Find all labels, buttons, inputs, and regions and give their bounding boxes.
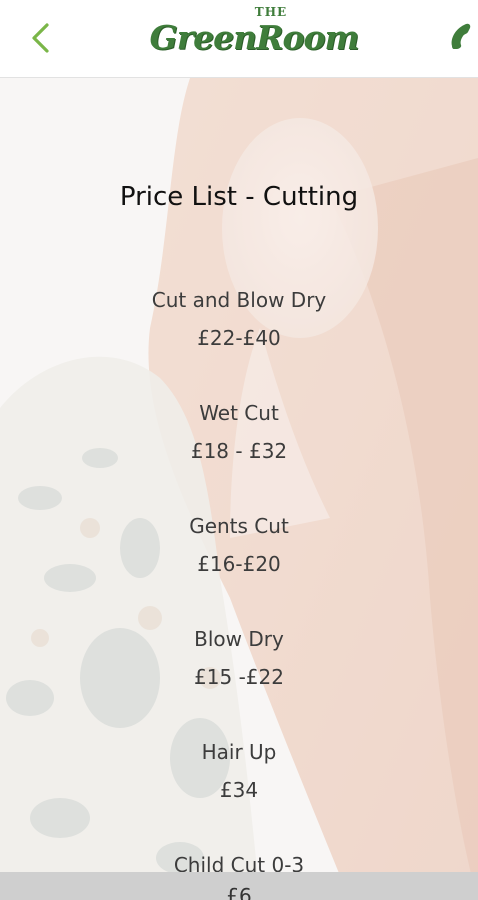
list-item: Gents Cut £16-£20 <box>0 507 478 583</box>
list-item: Blow Dry £15 -£22 <box>0 620 478 696</box>
service-price: £15 -£22 <box>194 665 284 689</box>
list-item: Wet Cut £18 - £32 <box>0 394 478 470</box>
service-name: Wet Cut <box>199 401 279 425</box>
service-name: Cut and Blow Dry <box>151 288 327 312</box>
page-title: Price List - Cutting <box>119 182 359 212</box>
chevron-left-icon <box>29 22 51 58</box>
brand-logo: THE GreenRoom <box>148 6 360 70</box>
list-item: Hair Up £34 <box>0 733 478 809</box>
service-price: £18 - £32 <box>190 439 288 463</box>
phone-icon <box>446 18 478 62</box>
service-price: £16-£20 <box>197 552 281 576</box>
price-list-content: Price List - Cutting Cut and Blow Dry £2… <box>0 78 478 877</box>
app-header: THE GreenRoom <box>0 0 478 78</box>
service-price: £6 <box>226 884 252 900</box>
app-screen: THE GreenRoom Price List - Cutting Cut a… <box>0 0 478 900</box>
call-button[interactable] <box>446 20 478 60</box>
back-button[interactable] <box>22 20 58 60</box>
service-price: £22-£40 <box>197 326 281 350</box>
service-name: Blow Dry <box>194 627 284 651</box>
service-name: Gents Cut <box>189 514 289 538</box>
list-item: Cut and Blow Dry £22-£40 <box>0 281 478 357</box>
service-price: £34 <box>219 778 259 802</box>
service-name: Hair Up <box>201 740 277 764</box>
logo-main-text: GreenRoom <box>149 18 360 57</box>
